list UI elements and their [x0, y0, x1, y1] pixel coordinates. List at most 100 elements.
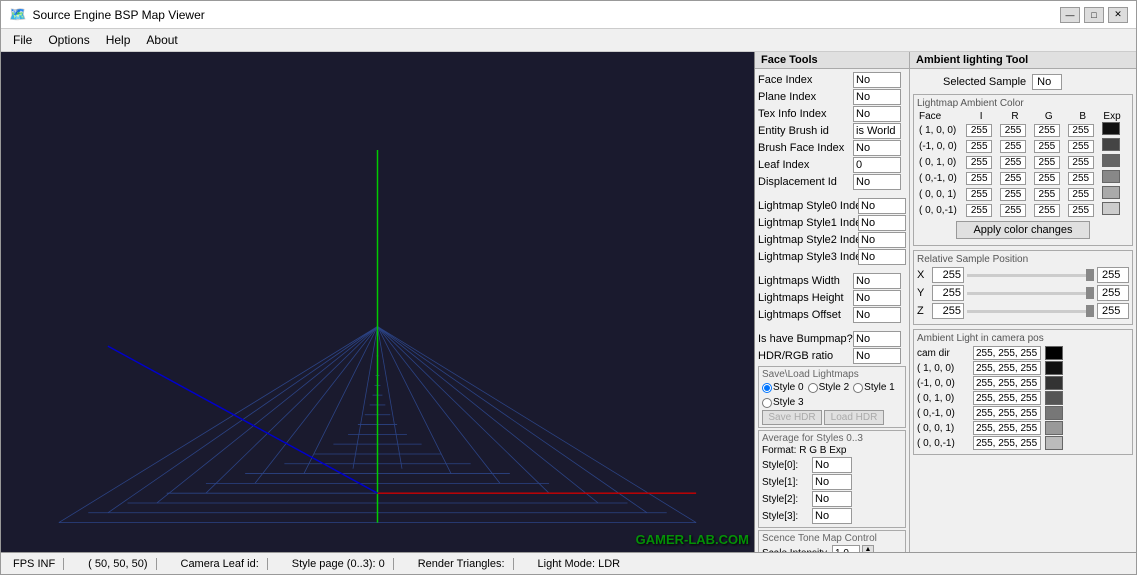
lm-swatch-3: [1100, 170, 1125, 186]
cam-row-6: ( 0, 0,-1): [917, 436, 1129, 450]
lm-r-input-4[interactable]: [964, 186, 998, 202]
style0-radio[interactable]: [762, 383, 772, 393]
apply-color-changes-button[interactable]: Apply color changes: [956, 221, 1089, 239]
lm-style3-value: No: [858, 249, 906, 265]
window-title: Source Engine BSP Map Viewer: [32, 8, 1054, 22]
brush-face-row: Brush Face Index No: [758, 140, 906, 156]
selected-sample-value: No: [1032, 74, 1062, 90]
lm-b-input-4[interactable]: [1032, 186, 1066, 202]
scale-intensity-row: Scale Intensity ▲ ▼: [762, 545, 902, 552]
style0-avg-value: No: [812, 457, 852, 473]
lm-exp-input-2[interactable]: [1066, 154, 1100, 170]
lm-style0-label: Lightmap Style0 Index: [758, 200, 858, 212]
lm-g-input-0[interactable]: [998, 122, 1032, 138]
ambient-tool-header: Ambient lighting Tool: [910, 52, 1136, 68]
lm-r-input-5[interactable]: [964, 202, 998, 218]
x-slider[interactable]: [967, 274, 1094, 277]
cam-pos-group: Ambient Light in camera pos cam dir ( 1,…: [913, 329, 1133, 455]
cam-value-input-5[interactable]: [973, 421, 1041, 435]
lm-exp-input-4[interactable]: [1066, 186, 1100, 202]
light-mode-status: Light Mode: LDR: [530, 558, 629, 570]
style1-radio[interactable]: [853, 383, 863, 393]
style0-radio-label[interactable]: Style 0: [762, 382, 804, 393]
save-load-title: Save\Load Lightmaps: [762, 369, 902, 380]
z-slider[interactable]: [967, 310, 1094, 313]
window-controls: — □ ✕: [1060, 7, 1128, 23]
cam-value-input-1[interactable]: [973, 361, 1041, 375]
lm-exp-input-0[interactable]: [1066, 122, 1100, 138]
cam-swatch-3: [1045, 391, 1063, 405]
style2-radio[interactable]: [808, 383, 818, 393]
col-face: Face: [917, 111, 964, 122]
lm-b-input-3[interactable]: [1032, 170, 1066, 186]
cam-value-input-6[interactable]: [973, 436, 1041, 450]
lm-r-input-3[interactable]: [964, 170, 998, 186]
menu-options[interactable]: Options: [40, 31, 97, 49]
average-group: Average for Styles 0..3 Format: R G B Ex…: [758, 430, 906, 528]
cam-value-input-2[interactable]: [973, 376, 1041, 390]
lm-r-input-2[interactable]: [964, 154, 998, 170]
style1-avg-value: No: [812, 474, 852, 490]
lm-g-input-1[interactable]: [998, 138, 1032, 154]
selected-sample-row: Selected Sample No: [913, 74, 1133, 90]
z-input[interactable]: [932, 303, 964, 319]
lm-style0-value: No: [858, 198, 906, 214]
scale-intensity-input[interactable]: [832, 545, 860, 552]
style1-radio-label[interactable]: Style 1: [853, 382, 895, 393]
panel-headers: Face Tools Ambient lighting Tool: [755, 52, 1136, 69]
cam-label-0: cam dir: [917, 348, 969, 359]
lm-r-input-1[interactable]: [964, 138, 998, 154]
cam-swatch-2: [1045, 376, 1063, 390]
lm-exp-input-5[interactable]: [1066, 202, 1100, 218]
y-slider[interactable]: [967, 292, 1094, 295]
lm-face-label-5: ( 0, 0,-1): [917, 202, 964, 218]
maximize-button[interactable]: □: [1084, 7, 1104, 23]
lm-g-input-3[interactable]: [998, 170, 1032, 186]
lm-g-input-2[interactable]: [998, 154, 1032, 170]
tone-map-group: Scence Tone Map Control Scale Intensity …: [758, 530, 906, 552]
lightmap-color-table: Face I R G B Exp ( 1, 0,: [917, 111, 1129, 218]
style3-radio-label[interactable]: Style 3: [762, 397, 804, 408]
menu-bar: File Options Help About: [1, 29, 1136, 52]
minimize-button[interactable]: —: [1060, 7, 1080, 23]
lm-exp-input-3[interactable]: [1066, 170, 1100, 186]
y-value: 255: [1097, 285, 1129, 301]
x-input[interactable]: [932, 267, 964, 283]
cam-label-2: (-1, 0, 0): [917, 378, 969, 389]
cam-value-input-4[interactable]: [973, 406, 1041, 420]
cam-value-input-0[interactable]: [973, 346, 1041, 360]
lm-style3-row: Lightmap Style3 Index No: [758, 249, 906, 265]
lm-height-value: No: [853, 290, 901, 306]
style1-avg-row: Style[1]: No: [762, 474, 902, 490]
lm-row-4: ( 0, 0, 1): [917, 186, 1129, 202]
load-hdr-button[interactable]: Load HDR: [824, 410, 884, 425]
lm-face-label-2: ( 0, 1, 0): [917, 154, 964, 170]
lm-g-input-5[interactable]: [998, 202, 1032, 218]
save-hdr-button[interactable]: Save HDR: [762, 410, 822, 425]
menu-help[interactable]: Help: [98, 31, 139, 49]
lm-swatch-2: [1100, 154, 1125, 170]
close-button[interactable]: ✕: [1108, 7, 1128, 23]
entity-brush-label: Entity Brush id: [758, 125, 853, 137]
lm-b-input-2[interactable]: [1032, 154, 1066, 170]
app-icon: 🗺️: [9, 6, 26, 23]
style2-radio-label[interactable]: Style 2: [808, 382, 850, 393]
lm-exp-input-1[interactable]: [1066, 138, 1100, 154]
lm-b-input-0[interactable]: [1032, 122, 1066, 138]
scale-up-button[interactable]: ▲: [862, 545, 874, 552]
lm-b-input-5[interactable]: [1032, 202, 1066, 218]
lm-r-input-0[interactable]: [964, 122, 998, 138]
apply-color-row: Apply color changes: [917, 221, 1129, 239]
status-bar: FPS INF ( 50, 50, 50) Camera Leaf id: St…: [1, 552, 1136, 574]
menu-about[interactable]: About: [138, 31, 185, 49]
style3-radio[interactable]: [762, 398, 772, 408]
y-input[interactable]: [932, 285, 964, 301]
menu-file[interactable]: File: [5, 31, 40, 49]
lm-g-input-4[interactable]: [998, 186, 1032, 202]
cam-value-input-3[interactable]: [973, 391, 1041, 405]
lm-b-input-1[interactable]: [1032, 138, 1066, 154]
lm-row-5: ( 0, 0,-1): [917, 202, 1129, 218]
viewport[interactable]: GAMER-LAB.COM: [1, 52, 754, 552]
bumpmap-value: No: [853, 331, 901, 347]
lm-face-label-0: ( 1, 0, 0): [917, 122, 964, 138]
